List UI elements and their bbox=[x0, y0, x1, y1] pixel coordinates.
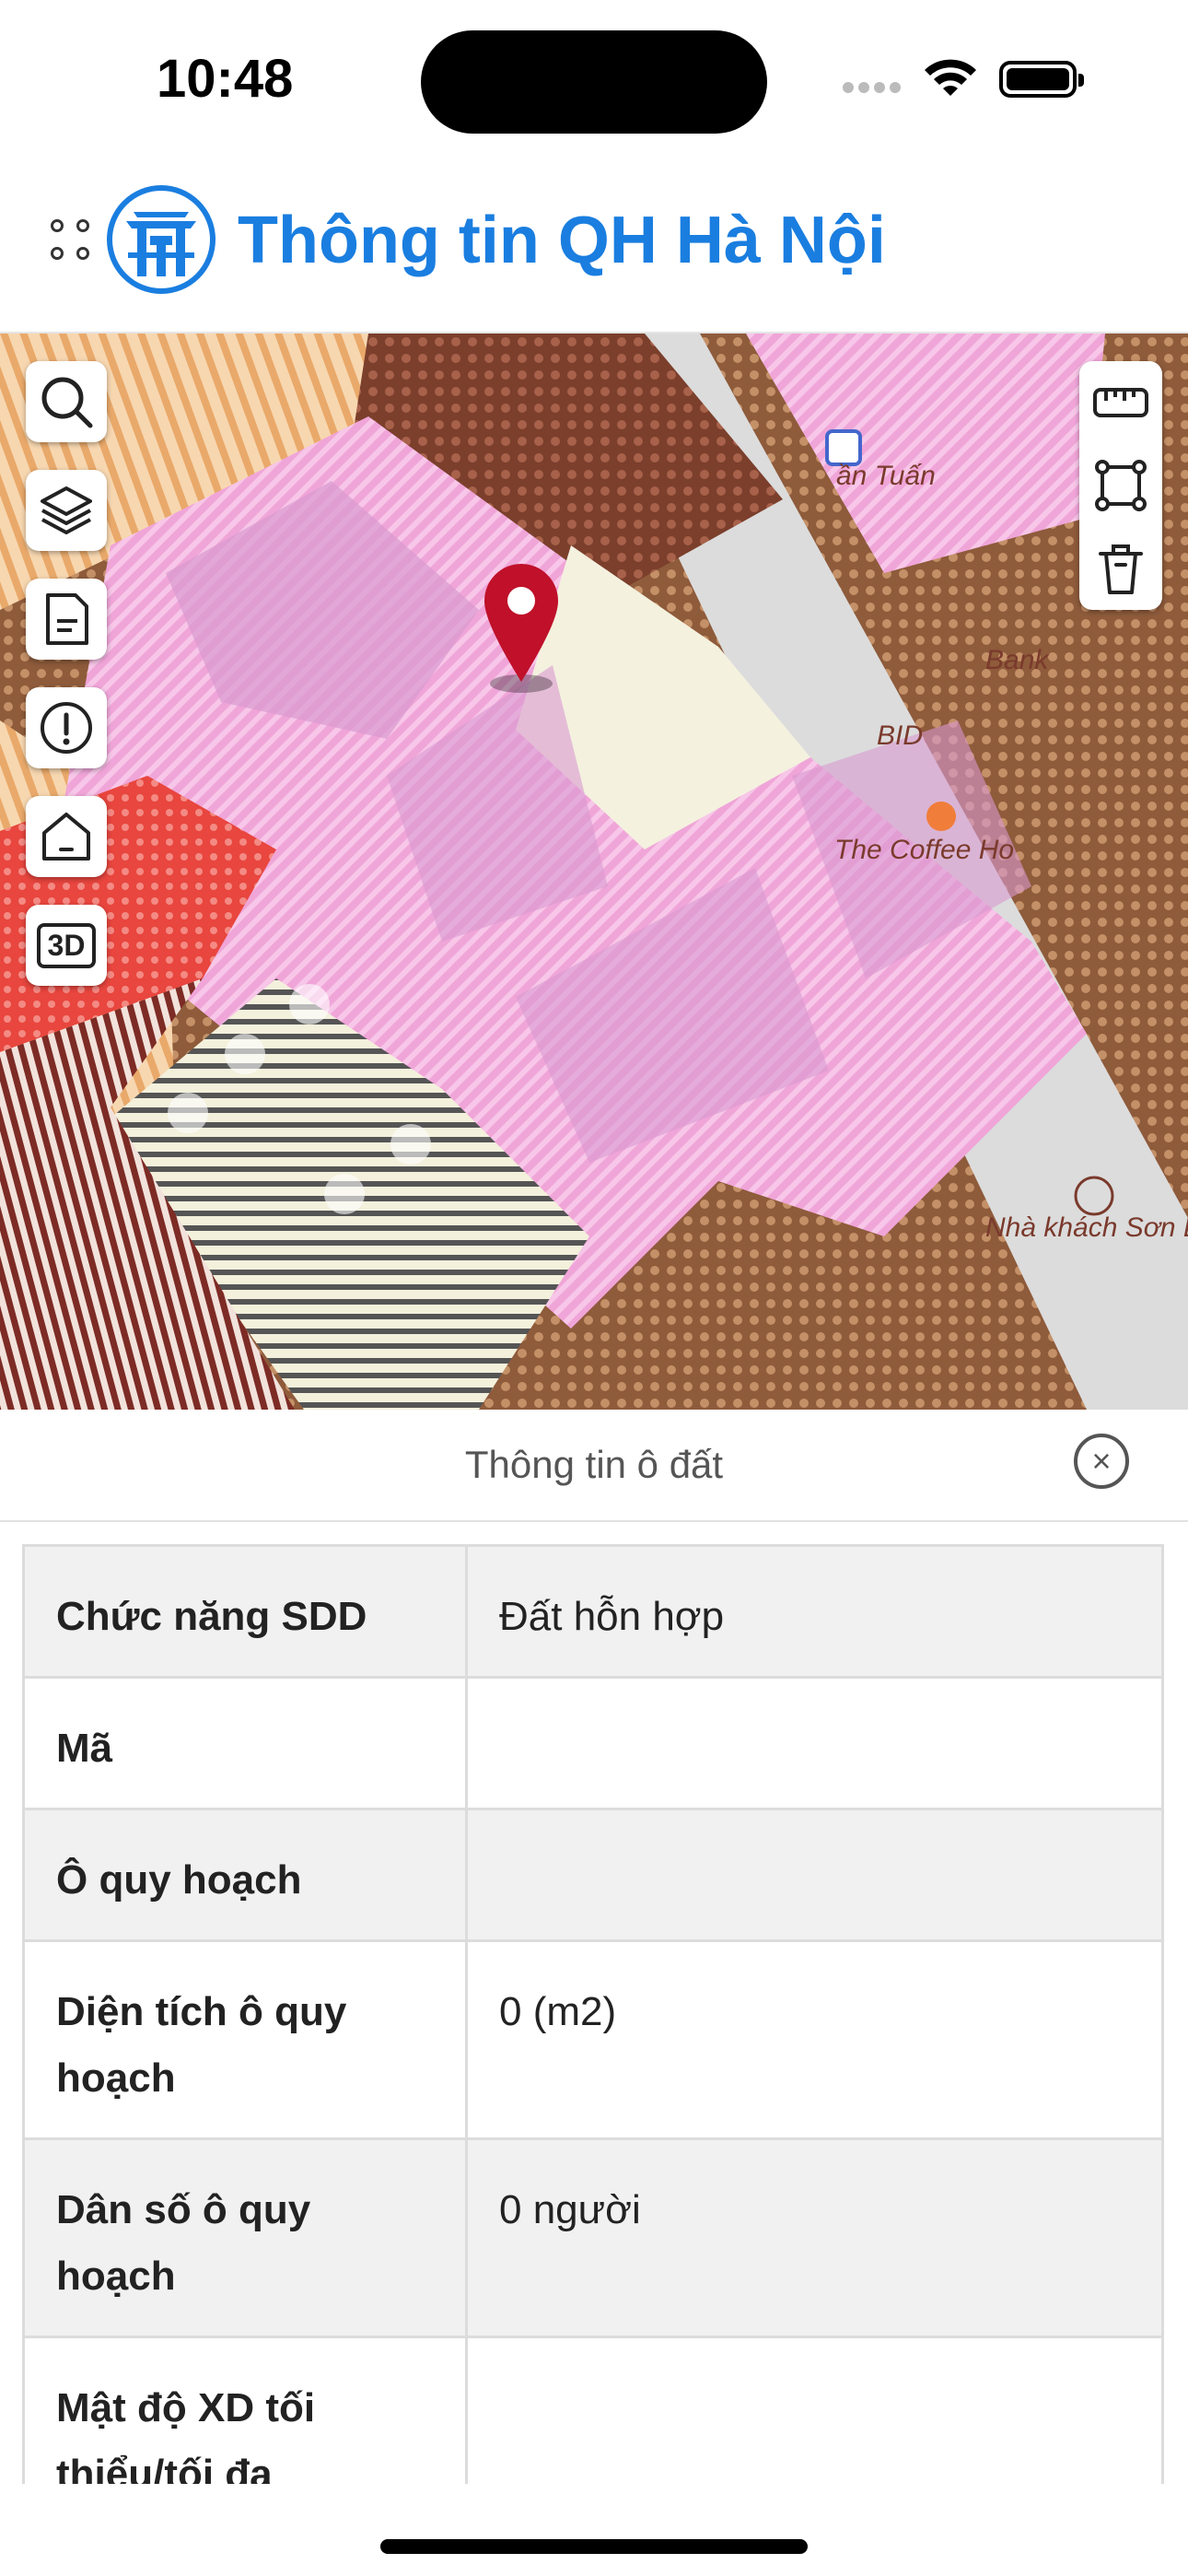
map-label: ần Tuấn bbox=[836, 461, 936, 491]
row-key: Dân số ô quy hoạch bbox=[22, 2137, 468, 2338]
area-icon bbox=[1095, 460, 1147, 511]
status-time: 10:48 bbox=[157, 49, 294, 109]
area-measure-button[interactable] bbox=[1079, 444, 1162, 527]
table-row: Mã bbox=[22, 1676, 1164, 1810]
app-title: Thông tin QH Hà Nội bbox=[238, 204, 886, 277]
table-row: Dân số ô quy hoạch 0 người bbox=[22, 2137, 1164, 2338]
home-button[interactable] bbox=[26, 796, 107, 877]
parcel-info-header: Thông tin ô đất × bbox=[0, 1410, 1188, 1522]
bus-stop-icon bbox=[825, 429, 862, 466]
search-button[interactable] bbox=[26, 361, 107, 442]
home-indicator[interactable] bbox=[380, 2539, 808, 2554]
map-label: The Coffee Ho bbox=[834, 835, 1015, 865]
battery-icon bbox=[999, 61, 1084, 98]
row-key: Diện tích ô quy hoạch bbox=[22, 1939, 468, 2140]
tree-icon bbox=[168, 1093, 208, 1133]
ruler-button[interactable] bbox=[1079, 361, 1162, 444]
map-canvas[interactable] bbox=[0, 334, 1188, 1410]
document-icon bbox=[46, 593, 88, 645]
app-header: Thông tin QH Hà Nội bbox=[0, 157, 1188, 334]
3d-button[interactable]: 3D bbox=[26, 905, 107, 986]
map-label: Bank bbox=[985, 645, 1049, 675]
row-value: 0 (m2) bbox=[465, 1939, 1164, 2140]
status-bar: 10:48 bbox=[0, 0, 1188, 157]
coffee-icon bbox=[926, 802, 956, 831]
row-key: Ô quy hoạch bbox=[22, 1808, 468, 1942]
search-icon bbox=[41, 377, 93, 428]
hanoi-logo-icon bbox=[107, 185, 215, 294]
dynamic-island bbox=[421, 30, 767, 134]
row-key: Mã bbox=[22, 1676, 468, 1810]
table-row: Mật độ XD tối thiểu/tối đa bbox=[22, 2336, 1164, 2484]
planning-map[interactable]: ần Tuấn Bank BID The Coffee Ho Nhà khách… bbox=[0, 334, 1188, 1410]
layers-button[interactable] bbox=[26, 470, 107, 551]
tree-icon bbox=[390, 1124, 431, 1165]
home-icon bbox=[42, 813, 90, 861]
tree-icon bbox=[324, 1174, 365, 1214]
table-row: Diện tích ô quy hoạch 0 (m2) bbox=[22, 1939, 1164, 2140]
row-key: Chức năng SDD bbox=[22, 1544, 468, 1679]
close-button[interactable]: × bbox=[1074, 1434, 1129, 1489]
delete-button[interactable] bbox=[1079, 527, 1162, 610]
tree-icon bbox=[225, 1034, 265, 1074]
close-icon: × bbox=[1091, 1442, 1112, 1480]
map-label: Nhà khách Sơn L bbox=[985, 1212, 1188, 1243]
table-row: Ô quy hoạch bbox=[22, 1808, 1164, 1942]
row-value: Đất hỗn hợp bbox=[465, 1544, 1164, 1679]
info-icon bbox=[41, 702, 92, 754]
measure-toolbar bbox=[1079, 361, 1162, 610]
row-value bbox=[465, 1676, 1164, 1810]
tree-icon bbox=[289, 984, 330, 1025]
table-row: Chức năng SDD Đất hỗn hợp bbox=[22, 1544, 1164, 1679]
3d-icon: 3D bbox=[36, 922, 97, 968]
row-value bbox=[465, 2336, 1164, 2484]
row-value: 0 người bbox=[465, 2137, 1164, 2338]
menu-icon[interactable] bbox=[51, 219, 102, 271]
map-label: BID bbox=[877, 720, 924, 751]
document-button[interactable] bbox=[26, 579, 107, 660]
ruler-icon bbox=[1093, 388, 1148, 417]
wifi-icon bbox=[925, 59, 976, 96]
parcel-info-table: Chức năng SDD Đất hỗn hợp Mã Ô quy hoạch… bbox=[22, 1544, 1166, 2484]
info-button[interactable] bbox=[26, 687, 107, 768]
signal-icon bbox=[843, 81, 905, 98]
trash-icon bbox=[1099, 544, 1143, 594]
row-value bbox=[465, 1808, 1164, 1942]
layers-icon bbox=[41, 486, 92, 534]
row-key: Mật độ XD tối thiểu/tối đa bbox=[22, 2336, 468, 2484]
panel-title: Thông tin ô đất bbox=[464, 1443, 724, 1486]
